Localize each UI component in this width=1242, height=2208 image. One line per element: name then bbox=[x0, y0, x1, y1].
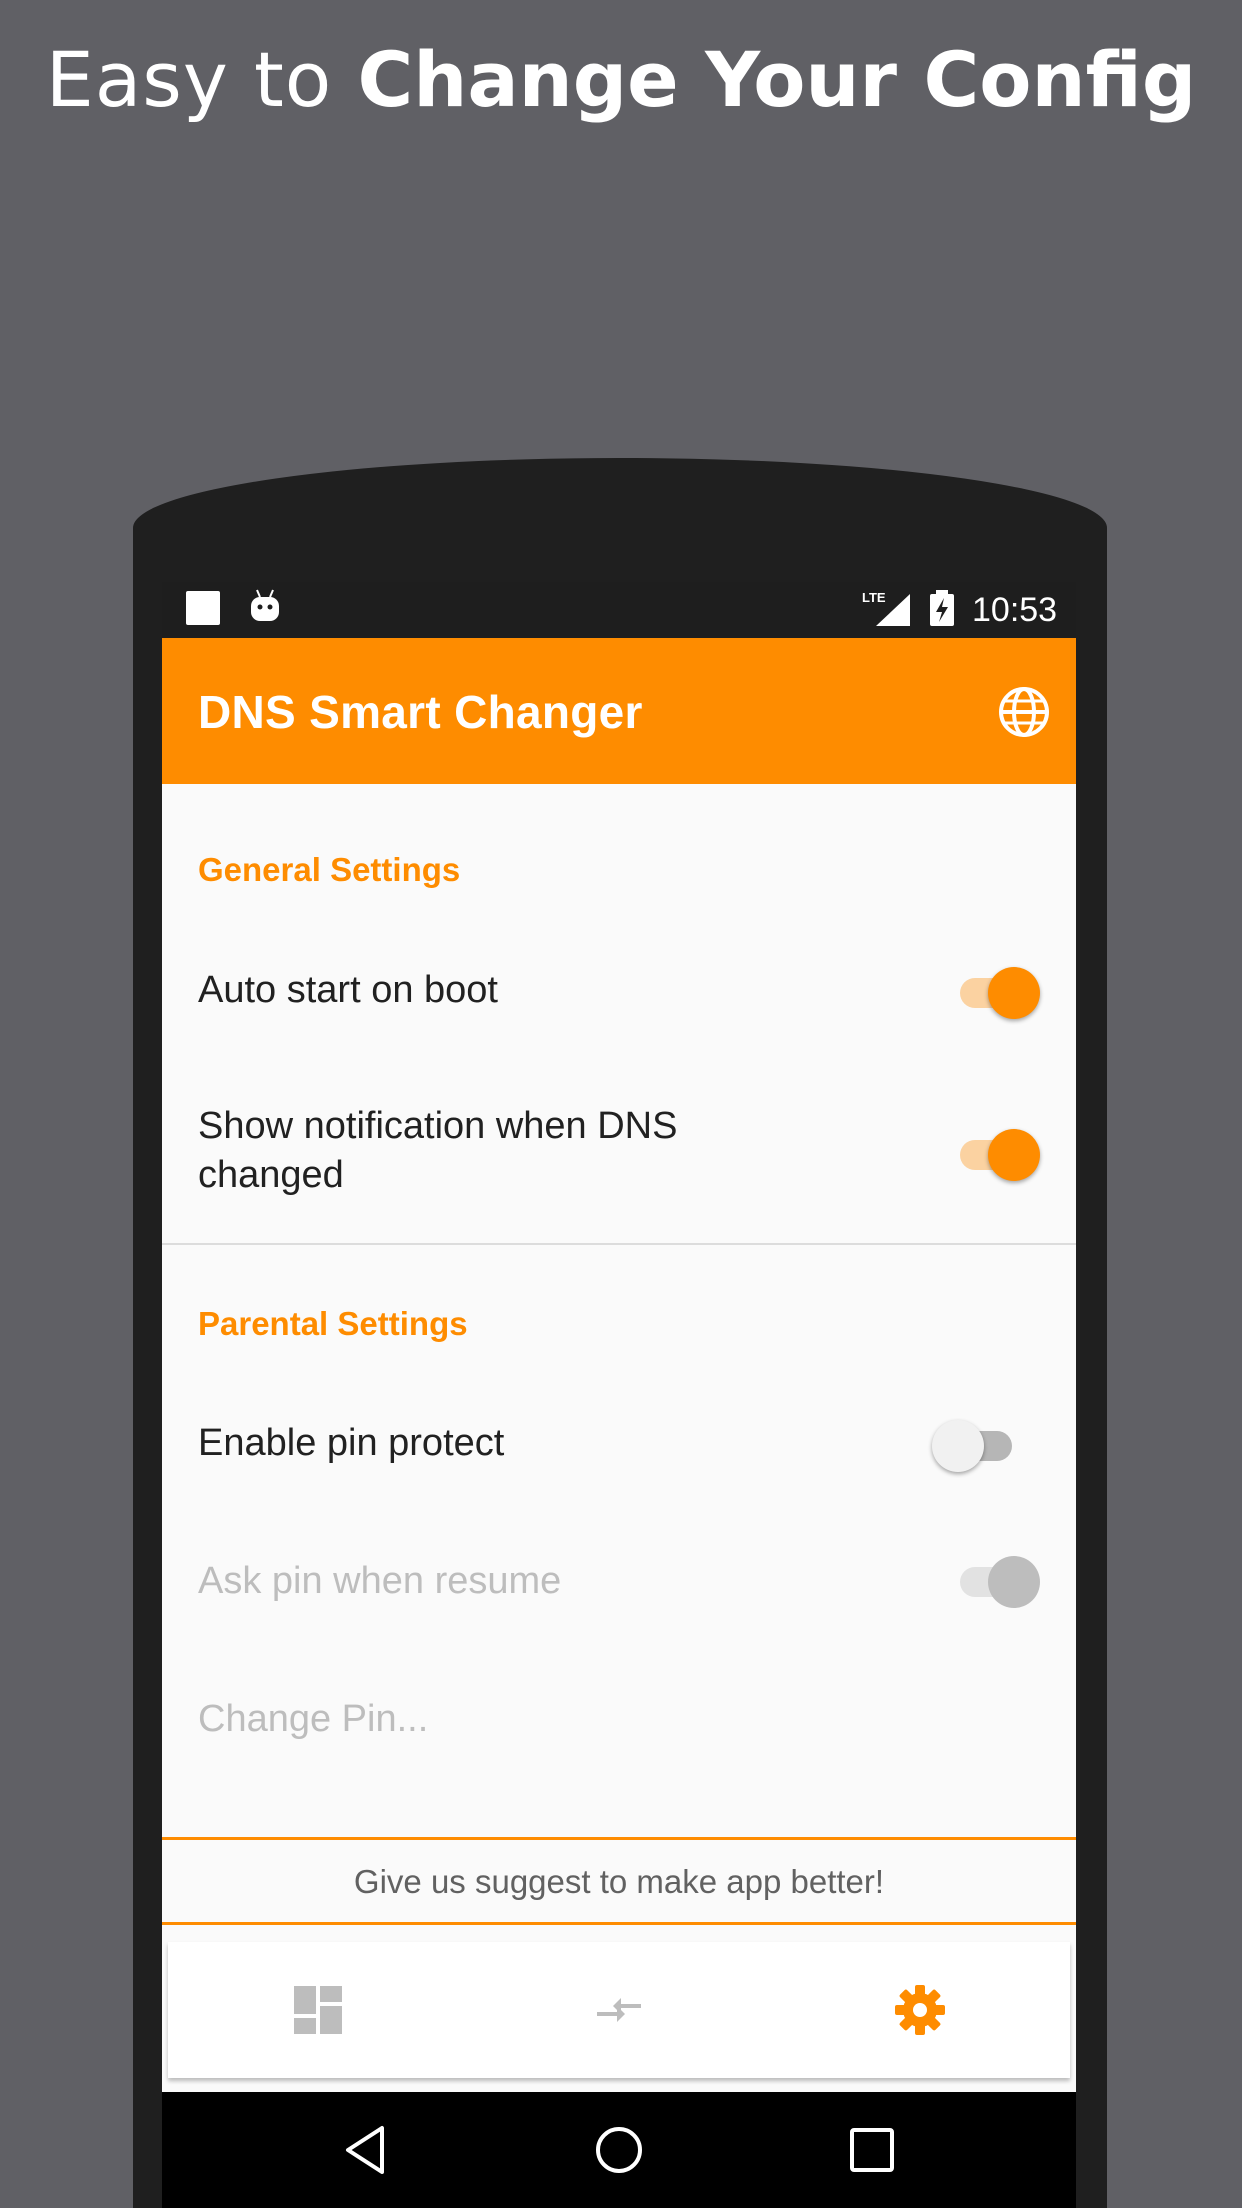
nav-settings[interactable] bbox=[770, 1942, 1070, 2078]
system-navigation-bar bbox=[162, 2092, 1076, 2208]
nav-dashboard[interactable] bbox=[168, 1942, 468, 2078]
ask-pin-resume-switch bbox=[954, 1551, 1044, 1611]
globe-icon[interactable] bbox=[996, 684, 1052, 740]
recents-icon[interactable] bbox=[842, 2120, 902, 2180]
back-icon[interactable] bbox=[336, 2120, 396, 2180]
notification-square-icon bbox=[186, 591, 220, 625]
lte-signal-icon: LTE bbox=[862, 590, 910, 626]
settings-gear-icon bbox=[895, 1985, 945, 2035]
setting-auto-start[interactable]: Auto start on boot bbox=[162, 932, 1076, 1052]
headline-light-text: Easy to bbox=[45, 35, 358, 124]
status-time: 10:53 bbox=[972, 591, 1058, 629]
bottom-navigation bbox=[168, 1942, 1070, 2078]
auto-start-switch[interactable] bbox=[954, 962, 1044, 1022]
feedback-text: Give us suggest to make app better! bbox=[353, 1863, 885, 1900]
switch-thumb bbox=[932, 1420, 984, 1472]
setting-label-line1: Show notification when DNS bbox=[198, 1105, 678, 1147]
app-title: DNS Smart Changer bbox=[198, 686, 643, 738]
android-debug-icon bbox=[251, 589, 279, 621]
setting-label: Ask pin when resume bbox=[198, 1560, 562, 1602]
section-header-parental: Parental Settings bbox=[198, 1305, 468, 1342]
show-notification-switch[interactable] bbox=[954, 1124, 1044, 1184]
setting-label: Auto start on boot bbox=[198, 969, 498, 1011]
status-bar: LTE 10:53 bbox=[162, 582, 1076, 638]
headline-bold-text: Change Your Config bbox=[357, 35, 1197, 124]
nav-compare[interactable] bbox=[469, 1942, 769, 2078]
svg-text:LTE: LTE bbox=[862, 590, 886, 605]
setting-enable-pin[interactable]: Enable pin protect bbox=[162, 1387, 1076, 1507]
battery-charging-icon bbox=[930, 590, 954, 626]
feedback-banner[interactable]: Give us suggest to make app better! bbox=[162, 1837, 1076, 1925]
app-bar: DNS Smart Changer bbox=[162, 638, 1076, 784]
home-icon[interactable] bbox=[589, 2120, 649, 2180]
setting-label: Change Pin... bbox=[198, 1698, 429, 1740]
switch-thumb bbox=[988, 1129, 1040, 1181]
section-divider bbox=[162, 1243, 1076, 1245]
enable-pin-switch[interactable] bbox=[932, 1415, 1022, 1475]
setting-show-notification[interactable]: Show notification when DNS changed bbox=[162, 1082, 1076, 1232]
setting-change-pin: Change Pin... bbox=[162, 1663, 1076, 1783]
phone-screen: LTE 10:53 DNS Smart Changer General Sett… bbox=[162, 582, 1076, 2208]
switch-thumb bbox=[988, 967, 1040, 1019]
compare-arrows-icon bbox=[597, 1998, 641, 2022]
dashboard-icon bbox=[294, 1986, 342, 2034]
promo-headline: Easy to Change Your Config bbox=[0, 30, 1242, 130]
setting-ask-pin-resume: Ask pin when resume bbox=[162, 1525, 1076, 1645]
switch-thumb bbox=[988, 1556, 1040, 1608]
section-header-general: General Settings bbox=[198, 851, 461, 888]
setting-label-line2: changed bbox=[198, 1154, 344, 1196]
setting-label: Enable pin protect bbox=[198, 1422, 505, 1464]
